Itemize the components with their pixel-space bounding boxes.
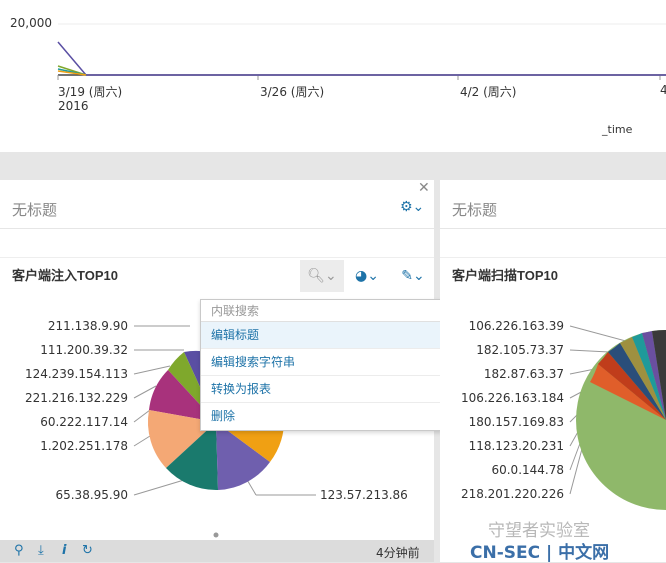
slice-label: 60.0.144.78 [491,463,564,477]
watermark-site: CN-SEC | 中文网 [470,543,610,563]
slice-label: 211.138.9.90 [48,319,128,333]
series-line [57,41,666,76]
x-tick-label: 4 [660,83,666,97]
search-icon[interactable]: ⚲ [14,543,24,558]
menu-item-edit-title[interactable]: 编辑标题 [201,322,441,349]
x-tick-label: 3/19 (周六) [58,85,123,99]
menu-item-edit-search[interactable]: 编辑搜索字符串 [201,349,441,376]
slice-label: 218.201.220.226 [461,487,564,501]
info-icon[interactable]: i [62,543,66,558]
slice-label: 65.38.95.90 [55,488,128,502]
slice-label: 118.123.20.231 [469,439,564,453]
leader-line [133,409,151,423]
timechart-plot [57,23,666,80]
slice-label: 124.239.154.113 [25,367,128,381]
slice-label: 111.200.39.32 [40,343,128,357]
x-tick-label: 3/26 (周六) [260,85,325,99]
slice-label: 106.226.163.184 [461,391,564,405]
slice-label: 182.87.63.37 [484,367,564,381]
x-axis-label: _time [602,123,633,136]
pagination-dot [213,532,219,538]
slice-label: 1.202.251.178 [40,439,128,453]
slice-label: 60.222.117.14 [40,415,128,429]
refresh-icon[interactable]: ↻ [82,543,93,558]
x-tick-sublabel: 2016 [58,99,89,113]
slice-label: 182.105.73.37 [476,343,564,357]
last-updated: 4分钟前 [376,546,420,560]
leader-line [133,435,151,447]
x-tick-label: 4/2 (周六) [460,85,517,99]
leader-line [133,479,185,496]
slice-label: 106.226.163.39 [469,319,564,333]
menu-item-convert-report[interactable]: 转换为报表 [201,376,441,403]
right-dashboard-panel: 无标题 客户端扫描TOP10 106.226.163.39 182.105.73… [440,180,666,562]
slice-label: 123.57.213.86 [320,488,408,502]
inline-search-menu: 内联搜索 编辑标题 编辑搜索字符串 转换为报表 删除 [200,299,442,431]
menu-item-delete[interactable]: 删除 [201,403,441,430]
slice-label: 180.157.169.83 [469,415,564,429]
timechart-panel: 20,000 3/19 (周六) 2016 3/26 (周六) 4/2 (周六)… [0,0,666,152]
menu-header: 内联搜索 [201,300,441,322]
leader-line [133,365,171,375]
panel-footer: ⚲ ⤓ i ↻ 4分钟前 [0,540,434,562]
slice-label: 221.216.132.229 [25,391,128,405]
pie-chart-right: 106.226.163.39 182.105.73.37 182.87.63.3… [461,319,666,510]
download-icon[interactable]: ⤓ [38,543,44,558]
